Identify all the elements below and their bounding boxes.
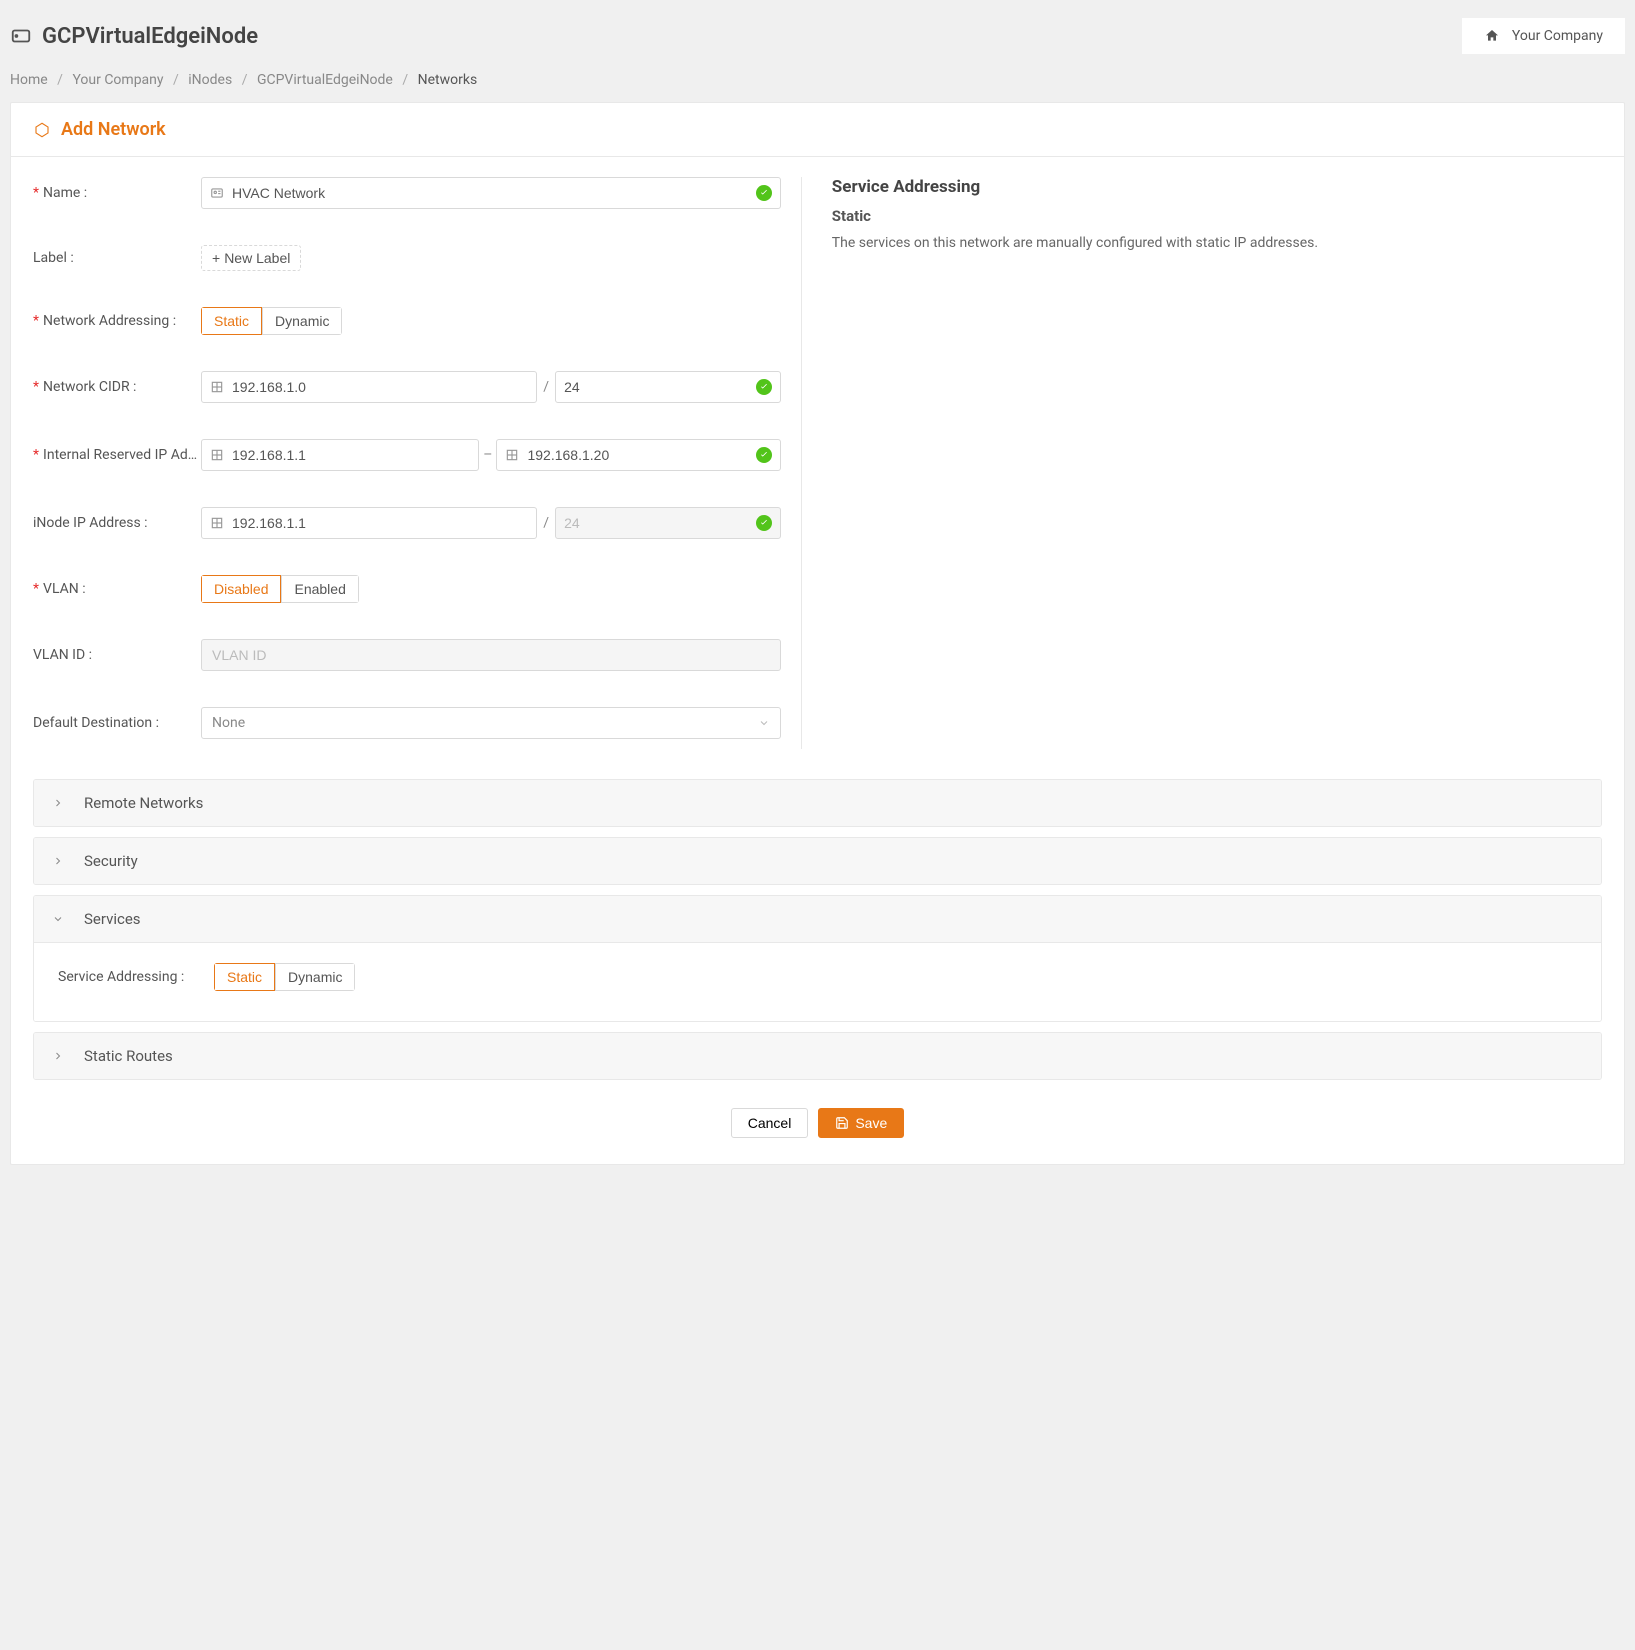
grid-icon: [210, 448, 224, 462]
cidr-ip-wrap[interactable]: [201, 371, 537, 403]
main-card: Add Network Name : Label :: [10, 102, 1625, 1165]
default-dest-label: Default Destination :: [33, 715, 201, 731]
panel-remote-networks-header[interactable]: Remote Networks: [34, 780, 1601, 826]
check-circle-icon: [756, 447, 772, 463]
cidr-mask-wrap[interactable]: [555, 371, 781, 403]
inode-ip-input[interactable]: [232, 515, 528, 531]
inode-ip-wrap[interactable]: [201, 507, 537, 539]
cancel-button[interactable]: Cancel: [731, 1108, 809, 1138]
help-text: The services on this network are manuall…: [832, 233, 1602, 254]
breadcrumb: Home / Your Company / iNodes / GCPVirtua…: [0, 68, 1635, 102]
chevron-right-icon: [52, 1050, 66, 1062]
breadcrumb-company[interactable]: Your Company: [72, 72, 163, 88]
chevron-down-icon: [758, 717, 770, 729]
breadcrumb-inodes[interactable]: iNodes: [188, 72, 232, 88]
help-title: Service Addressing: [832, 177, 1602, 197]
vlan-label: VLAN :: [33, 581, 201, 597]
network-addressing-label: Network Addressing :: [33, 313, 201, 329]
chevron-down-icon: [52, 913, 66, 925]
reserved-start-input[interactable]: [232, 447, 470, 463]
form-actions: Cancel Save: [11, 1090, 1624, 1164]
network-addressing-toggle: Static Dynamic: [201, 307, 342, 335]
grid-icon: [210, 380, 224, 394]
cidr-mask-input[interactable]: [564, 379, 750, 395]
network-addressing-dynamic[interactable]: Dynamic: [262, 307, 342, 335]
save-icon: [835, 1116, 849, 1130]
panel-services-header[interactable]: Services: [34, 896, 1601, 943]
check-circle-icon: [756, 185, 772, 201]
reserved-start-wrap[interactable]: [201, 439, 479, 471]
cidr-ip-input[interactable]: [232, 379, 506, 395]
network-addressing-static[interactable]: Static: [201, 307, 262, 335]
check-circle-icon: [756, 515, 772, 531]
grid-icon: [505, 448, 519, 462]
form-column: Name : Label : + New Label: [33, 177, 802, 749]
name-label: Name :: [33, 185, 201, 201]
inode-ip-label: iNode IP Address :: [33, 515, 201, 531]
panel-services: Services Service Addressing : Static Dyn…: [33, 895, 1602, 1022]
vlan-id-wrap: [201, 639, 781, 671]
network-icon: [33, 121, 51, 139]
plus-icon: +: [212, 250, 220, 266]
check-circle-icon: [756, 379, 772, 395]
id-card-icon: [210, 186, 224, 200]
panel-security: Security: [33, 837, 1602, 885]
card-title: Add Network: [61, 119, 166, 140]
panel-static-routes: Static Routes: [33, 1032, 1602, 1080]
panel-static-routes-header[interactable]: Static Routes: [34, 1033, 1601, 1079]
chevron-right-icon: [52, 797, 66, 809]
breadcrumb-current: Networks: [418, 72, 478, 88]
vlan-id-input: [212, 647, 770, 663]
service-addressing-label: Service Addressing :: [54, 969, 214, 985]
new-label-button[interactable]: + New Label: [201, 245, 301, 271]
service-addressing-static[interactable]: Static: [214, 963, 275, 991]
cidr-label: Network CIDR :: [33, 379, 201, 395]
breadcrumb-home[interactable]: Home: [10, 72, 48, 88]
service-addressing-toggle: Static Dynamic: [214, 963, 355, 991]
breadcrumb-node[interactable]: GCPVirtualEdgeiNode: [257, 72, 393, 88]
inode-mask-input: [564, 515, 750, 531]
name-input-wrap[interactable]: [201, 177, 781, 209]
inode-mask-wrap: [555, 507, 781, 539]
label-label: Label :: [33, 250, 201, 266]
default-dest-select[interactable]: None: [201, 707, 781, 739]
help-subtitle: Static: [832, 207, 1602, 225]
app-header: GCPVirtualEdgeiNode Your Company: [0, 0, 1635, 68]
vlan-id-label: VLAN ID :: [33, 647, 201, 663]
save-button[interactable]: Save: [818, 1108, 904, 1138]
vlan-enabled[interactable]: Enabled: [281, 575, 358, 603]
help-panel: Service Addressing Static The services o…: [802, 177, 1602, 749]
panel-security-header[interactable]: Security: [34, 838, 1601, 884]
page-title: GCPVirtualEdgeiNode: [42, 24, 258, 49]
home-icon: [1484, 28, 1500, 44]
vlan-disabled[interactable]: Disabled: [201, 575, 281, 603]
storage-icon: [10, 25, 32, 47]
panel-remote-networks: Remote Networks: [33, 779, 1602, 827]
vlan-toggle: Disabled Enabled: [201, 575, 359, 603]
service-addressing-dynamic[interactable]: Dynamic: [275, 963, 355, 991]
reserved-end-wrap[interactable]: [496, 439, 780, 471]
chevron-right-icon: [52, 855, 66, 867]
reserved-end-input[interactable]: [527, 447, 749, 463]
name-input[interactable]: [232, 185, 750, 201]
org-name: Your Company: [1512, 28, 1603, 44]
reserved-label: Internal Reserved IP Addr...: [33, 447, 201, 463]
grid-icon: [210, 516, 224, 530]
org-selector[interactable]: Your Company: [1462, 18, 1625, 54]
